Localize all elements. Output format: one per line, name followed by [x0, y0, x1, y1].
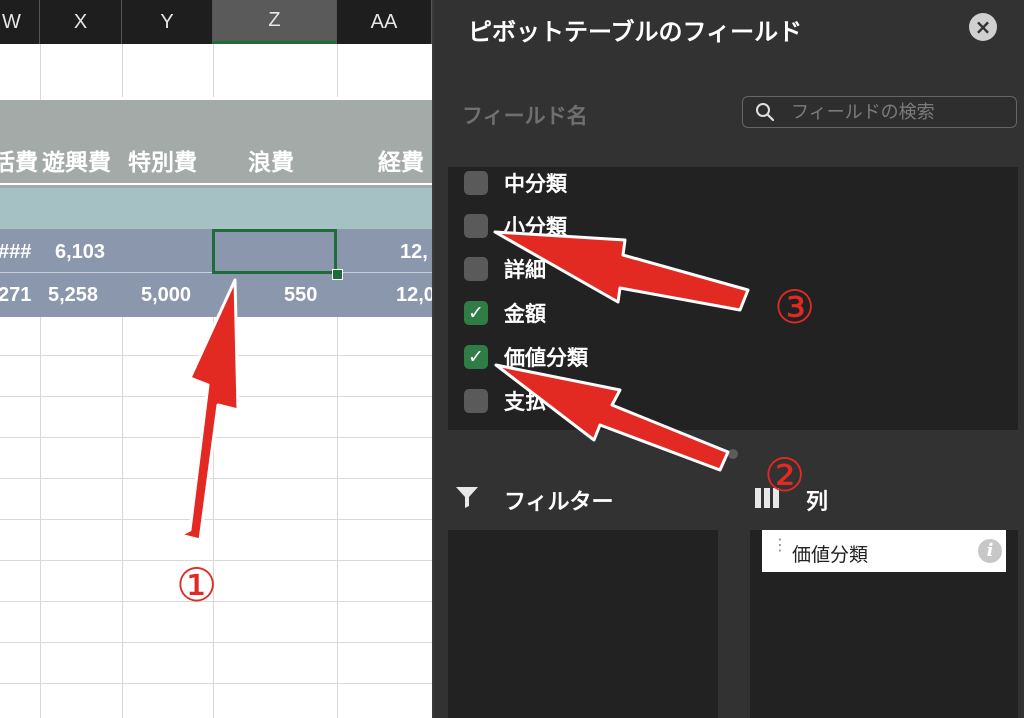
column-field-chip[interactable]: ⋮ 価値分類 i: [762, 530, 1006, 572]
field-name-label: フィールド名: [462, 104, 588, 128]
field-label: 金額: [504, 302, 546, 326]
header-label: 浪費: [248, 150, 294, 176]
cell[interactable]: 5,000: [141, 284, 191, 307]
info-icon[interactable]: i: [978, 539, 1002, 563]
annotation-number-3: ③: [774, 280, 816, 334]
search-input[interactable]: [791, 100, 1001, 124]
header-label: 経費: [378, 150, 424, 176]
field-item-kachibunrui[interactable]: ✓ 価値分類: [464, 342, 588, 372]
field-item-shobunrui[interactable]: 小分類: [464, 211, 567, 241]
field-label: 小分類: [504, 215, 567, 239]
field-label: 中分類: [504, 172, 567, 196]
field-label: 価値分類: [504, 346, 588, 370]
annotation-number-1: ①: [176, 558, 218, 612]
selected-cell[interactable]: [212, 229, 337, 274]
field-item-shiharai[interactable]: 支払: [464, 386, 546, 416]
cell[interactable]: 5,258: [48, 284, 98, 307]
field-label: 詳細: [504, 258, 546, 282]
field-item-shosai[interactable]: 詳細: [464, 254, 546, 284]
filter-drop-area[interactable]: [448, 530, 718, 718]
checkmark-icon: ✓: [468, 302, 484, 324]
cell[interactable]: ###: [0, 241, 31, 264]
checkbox[interactable]: [464, 214, 488, 238]
grid-line: [0, 519, 432, 520]
checkbox[interactable]: [464, 171, 488, 195]
pivot-subheader-band: [0, 188, 432, 229]
splitter-handle[interactable]: [728, 449, 738, 459]
chip-label: 価値分類: [792, 544, 869, 566]
panel-title: ピボットテーブルのフィールド: [468, 18, 803, 46]
column-header-aa[interactable]: AA: [337, 0, 432, 44]
grid-line: [0, 437, 432, 438]
grid-line: [0, 642, 432, 643]
grid-line: [0, 355, 432, 356]
header-label: 遊興費: [42, 150, 111, 176]
column-header-w[interactable]: W: [0, 0, 40, 44]
header-label: 特別費: [128, 150, 197, 176]
cell[interactable]: 271: [0, 284, 31, 307]
grid-line: [0, 396, 432, 397]
columns-drop-area[interactable]: ⋮ 価値分類 i: [750, 530, 1018, 718]
close-icon[interactable]: ×: [969, 13, 997, 41]
grid-line: [0, 478, 432, 479]
column-header-y[interactable]: Y: [122, 0, 213, 44]
filter-label: フィルター: [504, 490, 614, 515]
annotation-number-2: ②: [764, 448, 806, 502]
pivot-field-panel: ピボットテーブルのフィールド × フィールド名 中分類 小分類 詳細 ✓ 金額 …: [434, 0, 1024, 718]
checkmark-icon: ✓: [468, 346, 484, 368]
checkbox[interactable]: [464, 389, 488, 413]
cell[interactable]: 550: [284, 284, 317, 307]
field-item-chubunrui[interactable]: 中分類: [464, 168, 567, 198]
column-header-x[interactable]: X: [40, 0, 122, 44]
search-icon: [756, 103, 775, 122]
cell[interactable]: 12,0: [396, 284, 432, 307]
grid-line: [0, 683, 432, 684]
columns-label: 列: [806, 490, 829, 515]
checkbox-checked[interactable]: ✓: [464, 301, 488, 325]
drag-handle-icon[interactable]: ⋮: [772, 537, 788, 553]
field-list[interactable]: 中分類 小分類 詳細 ✓ 金額 ✓ 価値分類 支払: [448, 167, 1018, 430]
filter-icon: [456, 487, 478, 508]
search-field[interactable]: [742, 96, 1017, 128]
cell[interactable]: 12,: [400, 241, 428, 264]
column-header-z[interactable]: Z: [213, 0, 337, 44]
field-label: 支払: [504, 390, 546, 414]
band-divider: [0, 183, 432, 185]
fill-handle[interactable]: [332, 269, 343, 280]
checkbox[interactable]: [464, 257, 488, 281]
marching-ants: [0, 97, 432, 100]
checkbox-checked[interactable]: ✓: [464, 345, 488, 369]
cell[interactable]: 6,103: [55, 241, 105, 264]
header-label: 活費: [0, 150, 38, 176]
field-item-kingaku[interactable]: ✓ 金額: [464, 298, 546, 328]
